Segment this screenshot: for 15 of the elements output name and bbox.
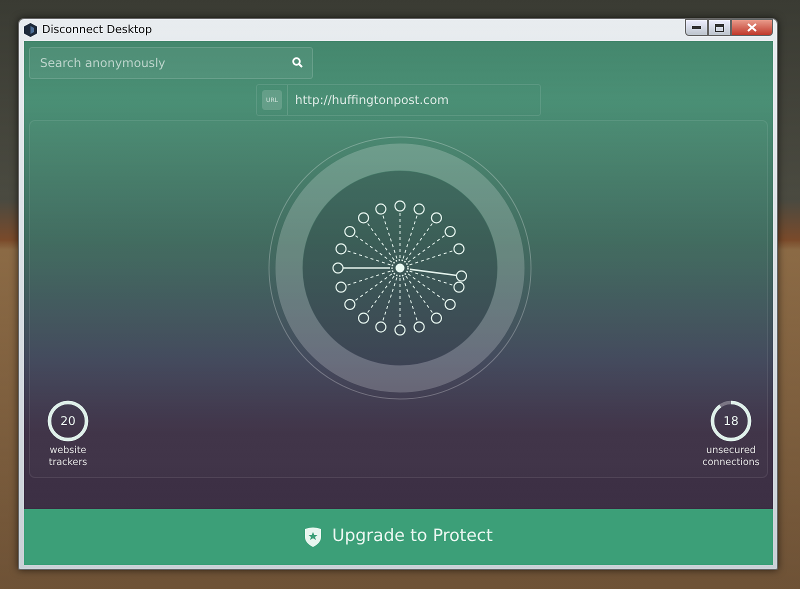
stat-label: unsecured connections (701, 445, 761, 469)
close-icon (747, 23, 757, 32)
upgrade-button[interactable]: Upgrade to Protect (24, 509, 773, 565)
stat-count: 18 (722, 413, 740, 430)
app-logo-icon (24, 23, 37, 37)
stat-count: 20 (59, 413, 77, 430)
shield-icon (304, 527, 322, 547)
stat-label: website trackers (48, 445, 88, 469)
window-title: Disconnect Desktop (42, 22, 152, 38)
minimize-icon (692, 26, 701, 29)
search-icon (292, 57, 303, 68)
close-button[interactable] (731, 19, 773, 36)
maximize-button[interactable] (708, 19, 731, 36)
minimize-button[interactable] (685, 19, 708, 36)
maximize-icon (715, 24, 724, 32)
